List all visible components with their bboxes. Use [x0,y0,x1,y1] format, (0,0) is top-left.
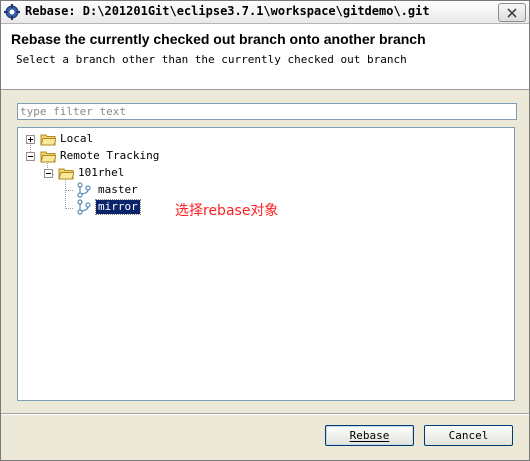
tree-label-local: Local [60,132,94,145]
close-icon [507,7,517,18]
dialog-icon [4,4,20,20]
header-description: Select a branch other than the currently… [16,53,407,66]
tree-item-master[interactable]: master [18,182,508,198]
collapse-icon[interactable] [26,152,35,161]
branch-icon [77,182,91,198]
folder-icon [40,151,56,163]
rebase-button-label: Rebase [349,429,390,442]
tree-item-local[interactable]: Local [18,131,508,147]
tree-label-remote-tracking: Remote Tracking [60,149,160,162]
cancel-button[interactable]: Cancel [424,425,513,446]
expand-icon[interactable] [26,135,35,144]
rebase-dialog: Rebase: D:\201201Git\eclipse3.7.1\worksp… [0,0,530,461]
tree-item-remote-101rhel[interactable]: 101rhel [18,165,508,181]
close-button[interactable] [498,3,526,22]
branch-tree[interactable]: Local Remote Tracking 101rhel master mir… [17,127,515,401]
title-bar[interactable]: Rebase: D:\201201Git\eclipse3.7.1\worksp… [1,1,529,24]
folder-icon [58,168,74,180]
rebase-button[interactable]: Rebase [325,425,414,446]
branch-icon [77,199,91,215]
header-title: Rebase the currently checked out branch … [11,31,426,47]
tree-label-101rhel: 101rhel [78,166,125,179]
collapse-icon[interactable] [44,169,53,178]
window-title: Rebase: D:\201201Git\eclipse3.7.1\worksp… [25,4,430,18]
tree-label-mirror: mirror [95,199,141,215]
folder-icon [40,134,56,146]
tree-label-master: master [98,183,138,196]
dialog-header: Rebase the currently checked out branch … [1,24,529,90]
footer-divider [1,413,529,415]
filter-input[interactable] [17,103,517,120]
tree-item-remote-tracking[interactable]: Remote Tracking [18,148,508,164]
cancel-button-label: Cancel [448,429,489,442]
annotation-text: 选择rebase对象 [175,203,279,219]
